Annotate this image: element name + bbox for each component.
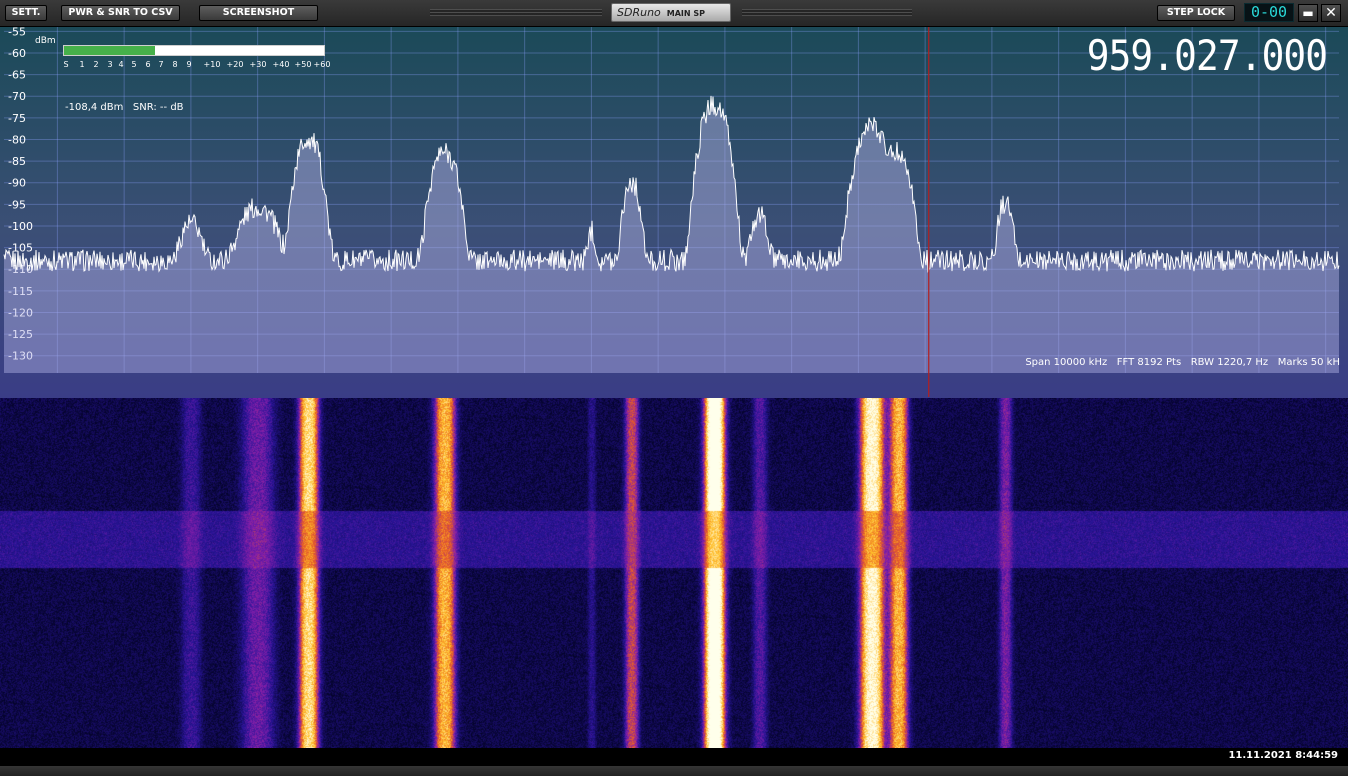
y-tick-label: -75 [8, 112, 26, 125]
y-tick-label: -70 [8, 90, 26, 103]
y-tick-label: -85 [8, 155, 26, 168]
span-info: Span 10000 kHz [1025, 357, 1108, 368]
s-meter-tick-label: +60 [313, 60, 331, 69]
s-meter-tick-label: 1 [79, 60, 85, 69]
s-meter-tick-label: +30 [249, 60, 267, 69]
s-meter-bar [63, 45, 325, 56]
y-tick-label: -100 [8, 220, 33, 233]
status-bar: 11.11.2021 8:44:59 [0, 748, 1348, 766]
spectrum-trace-line [3, 95, 1340, 273]
title-bar: SETT. PWR & SNR TO CSV SCREENSHOT SDRuno… [0, 0, 1348, 27]
logo-panel-name: MAIN SP [666, 9, 706, 18]
timestamp: 11.11.2021 8:44:59 [1228, 750, 1338, 761]
logo-brand: SDRuno [617, 6, 661, 19]
power-snr-readout: -108,4 dBm SNR: -- dB [65, 102, 184, 113]
s-meter-tick-label: 5 [131, 60, 137, 69]
fft-info: FFT 8192 Pts [1116, 357, 1182, 368]
s-meter-tick-label: 2 [93, 60, 99, 69]
lcd-display: 0-00 [1244, 3, 1294, 22]
spectrum-area-fill [4, 95, 1339, 374]
fft-info-line: Span 10000 kHz FFT 8192 Pts RBW 1220,7 H… [1025, 357, 1340, 368]
spectrum-plot: -55-60-65-70-75-80-85-90-95-100-105-110-… [3, 27, 1340, 397]
minimize-button[interactable]: ▬ [1298, 4, 1318, 22]
y-tick-label: -60 [8, 47, 26, 60]
pwr-snr-to-csv-button[interactable]: PWR & SNR TO CSV [61, 5, 180, 21]
y-tick-label: -95 [8, 198, 26, 211]
s-meter-fill [64, 46, 155, 55]
s-meter-tick-label: S [63, 60, 69, 69]
s-meter-tick-label: +50 [294, 60, 312, 69]
y-tick-label: -65 [8, 69, 26, 82]
close-button[interactable]: ✕ [1321, 4, 1341, 22]
s-meter-tick-label: 4 [118, 60, 124, 69]
dbm-unit-label: dBm [35, 36, 56, 46]
window-bottom-edge [0, 766, 1348, 776]
s-meter-tick-label: +40 [272, 60, 290, 69]
waterfall-display[interactable] [0, 398, 1348, 748]
s-meter-tick-label: 7 [158, 60, 164, 69]
spectrum-display[interactable]: -55-60-65-70-75-80-85-90-95-100-105-110-… [0, 27, 1348, 424]
step-lock-button[interactable]: STEP LOCK [1157, 5, 1235, 21]
window-grip-right[interactable] [742, 9, 912, 16]
y-tick-label: -80 [8, 133, 26, 146]
y-tick-label: -55 [8, 27, 26, 38]
screenshot-button[interactable]: SCREENSHOT [199, 5, 318, 21]
waterfall-canvas [0, 398, 1348, 748]
y-tick-label: -105 [8, 242, 33, 255]
s-meter-tick-label: 3 [107, 60, 113, 69]
rbw-info: RBW 1220,7 Hz [1190, 357, 1269, 368]
sdruno-logo: SDRuno MAIN SP [611, 3, 731, 22]
vfo-frequency-display[interactable]: 959.027.000 [1087, 31, 1328, 80]
window-grip-left[interactable] [430, 9, 602, 16]
s-meter-tick-label: 8 [172, 60, 178, 69]
s-meter-tick-label: +10 [203, 60, 221, 69]
y-tick-label: -90 [8, 177, 26, 190]
minimize-icon: ▬ [1302, 6, 1314, 20]
s-meter-tick-label: 9 [186, 60, 192, 69]
s-meter-tick-label: +20 [226, 60, 244, 69]
s-meter-tick-label: 6 [145, 60, 151, 69]
s-meter-scale: S 1 2 3 4 5 6 7 8 9 +10 +20 +30 +40 +50 +60 [63, 60, 330, 70]
close-icon: ✕ [1325, 5, 1337, 21]
settings-button[interactable]: SETT. [5, 5, 47, 21]
marks-info: Marks 50 kH [1277, 357, 1340, 368]
